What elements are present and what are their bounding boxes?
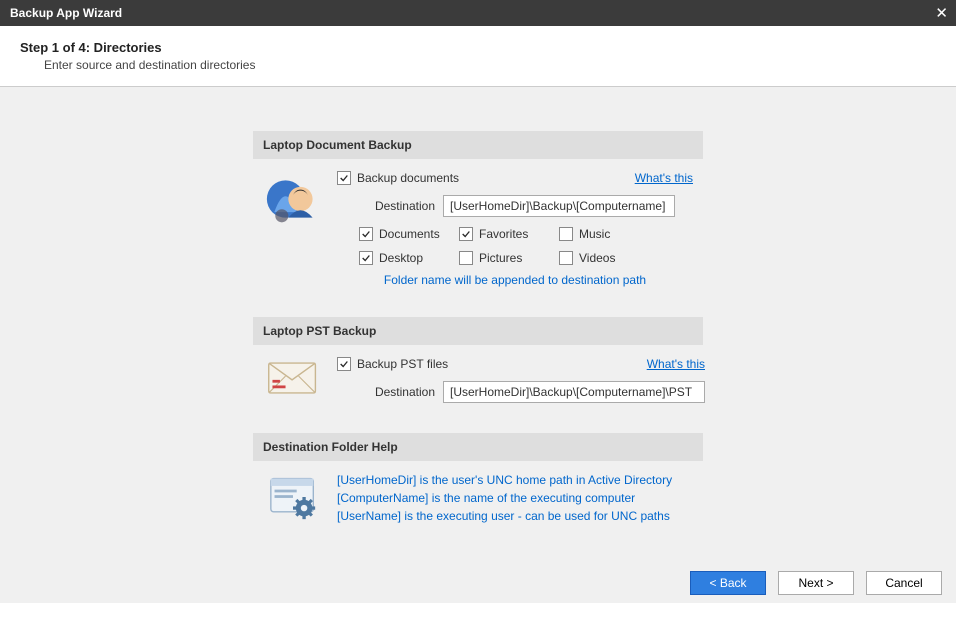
help-section-header: Destination Folder Help	[253, 433, 703, 461]
folder-item-music: Music	[559, 227, 655, 241]
wizard-header: Step 1 of 4: Directories Enter source an…	[0, 26, 956, 87]
envelope-icon	[263, 357, 323, 403]
pst-destination-label: Destination	[359, 385, 435, 399]
folder-item-documents: Documents	[359, 227, 455, 241]
folder-label: Videos	[579, 251, 615, 265]
help-section-body: [UserHomeDir] is the user's UNC home pat…	[253, 461, 703, 543]
backup-documents-label: Backup documents	[357, 171, 459, 185]
folder-label: Music	[579, 227, 610, 241]
backup-pst-checkbox[interactable]	[337, 357, 351, 371]
doc-section-body: Backup documents What's this Destination…	[253, 159, 703, 303]
help-line: [UserName] is the executing user - can b…	[337, 509, 693, 523]
user-backup-icon	[263, 171, 323, 287]
settings-window-icon	[263, 473, 323, 527]
folder-item-favorites: Favorites	[459, 227, 555, 241]
folder-checkbox-pictures[interactable]	[459, 251, 473, 265]
backup-documents-checkbox[interactable]	[337, 171, 351, 185]
back-button[interactable]: < Back	[690, 571, 766, 595]
next-button[interactable]: Next >	[778, 571, 854, 595]
folder-label: Documents	[379, 227, 440, 241]
titlebar: Backup App Wizard ✕	[0, 0, 956, 26]
pst-section-body: Backup PST files What's this Destination	[253, 345, 703, 419]
footer-bar: < Back Next > Cancel	[0, 563, 956, 603]
folder-label: Desktop	[379, 251, 423, 265]
folder-item-videos: Videos	[559, 251, 655, 265]
folder-checkbox-music[interactable]	[559, 227, 573, 241]
close-icon[interactable]: ✕	[935, 6, 948, 21]
doc-section-header: Laptop Document Backup	[253, 131, 703, 159]
folder-grid: Documents Favorites Music Desktop Pictures Vi…	[359, 227, 693, 265]
doc-whats-this-link[interactable]: What's this	[635, 171, 693, 185]
help-line: [UserHomeDir] is the user's UNC home pat…	[337, 473, 693, 487]
step-title: Step 1 of 4: Directories	[20, 40, 936, 55]
doc-note: Folder name will be appended to destinat…	[337, 273, 693, 287]
folder-item-desktop: Desktop	[359, 251, 455, 265]
doc-destination-label: Destination	[359, 199, 435, 213]
content-area: Laptop Document Backup Ba	[0, 87, 956, 603]
cancel-button[interactable]: Cancel	[866, 571, 942, 595]
folder-checkbox-desktop[interactable]	[359, 251, 373, 265]
folder-label: Favorites	[479, 227, 528, 241]
folder-label: Pictures	[479, 251, 522, 265]
pst-whats-this-link[interactable]: What's this	[647, 357, 705, 371]
folder-checkbox-favorites[interactable]	[459, 227, 473, 241]
folder-item-pictures: Pictures	[459, 251, 555, 265]
folder-checkbox-documents[interactable]	[359, 227, 373, 241]
backup-pst-label: Backup PST files	[357, 357, 448, 371]
doc-destination-input[interactable]	[443, 195, 675, 217]
pst-section-header: Laptop PST Backup	[253, 317, 703, 345]
window-title: Backup App Wizard	[10, 6, 122, 20]
step-subtitle: Enter source and destination directories	[44, 58, 936, 72]
help-line: [ComputerName] is the name of the execut…	[337, 491, 693, 505]
pst-destination-input[interactable]	[443, 381, 705, 403]
folder-checkbox-videos[interactable]	[559, 251, 573, 265]
